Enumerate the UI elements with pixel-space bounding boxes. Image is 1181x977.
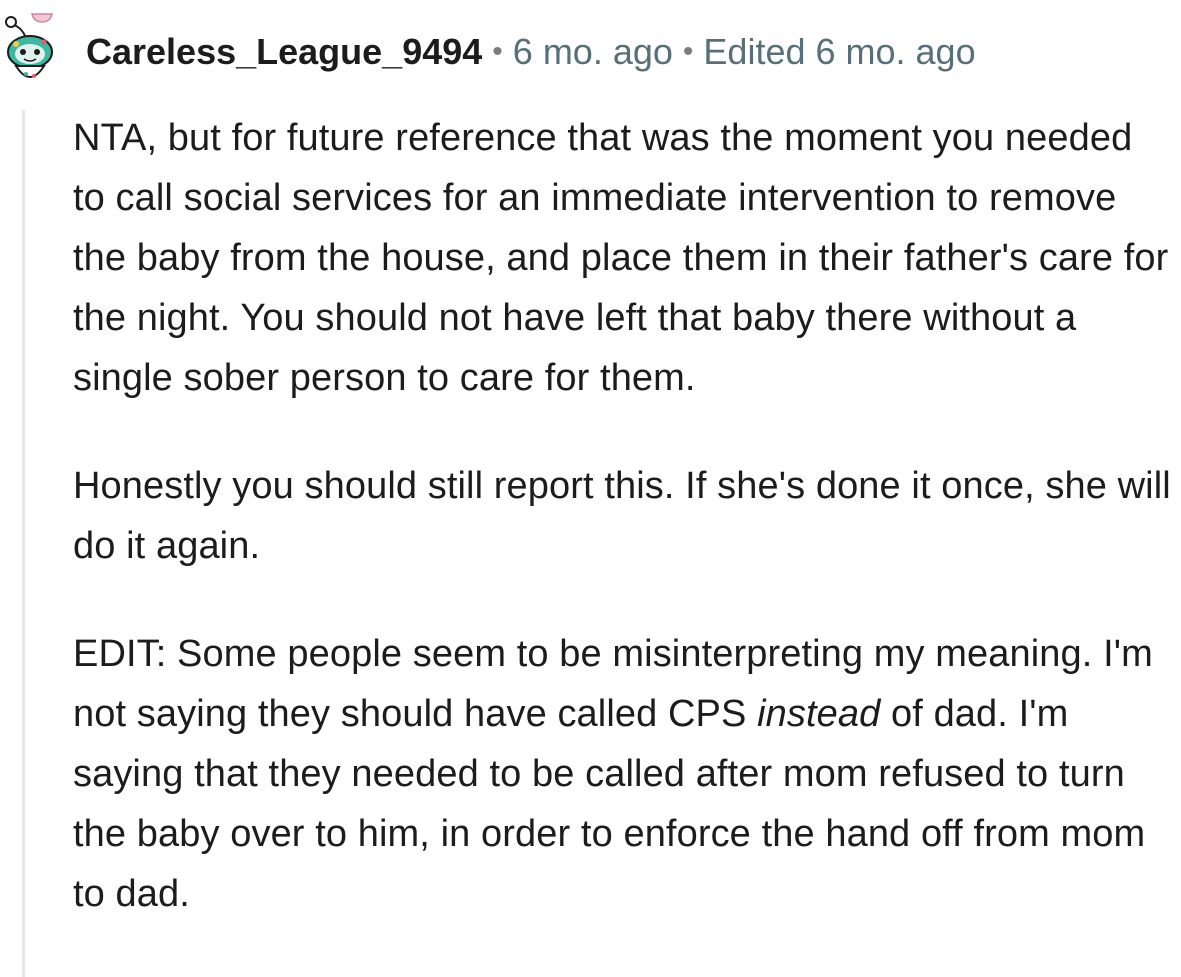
comment-body: NTA, but for future reference that was t… — [73, 108, 1173, 924]
comment-edit-paragraph: EDIT: Some people seem to be misinterpre… — [73, 624, 1173, 924]
comment-header: Careless_League_9494 • 6 mo. ago • Edited 6 … — [0, 0, 1181, 100]
comment-paragraph: Honestly you should still report this. I… — [73, 465, 1171, 567]
snoo-avatar-icon[interactable] — [0, 8, 62, 88]
comment-paragraph: NTA, but for future reference that was t… — [73, 117, 1169, 399]
thread-collapse-line[interactable] — [22, 110, 25, 977]
meta-separator: • — [682, 35, 694, 68]
comment-meta: Careless_League_9494 • 6 mo. ago • Edited 6 … — [86, 30, 976, 77]
meta-separator: • — [492, 35, 503, 68]
comment-timestamp[interactable]: 6 mo. ago — [513, 31, 673, 72]
author-username[interactable]: Careless_League_9494 — [86, 31, 482, 72]
edited-timestamp: Edited 6 mo. ago — [703, 31, 976, 72]
emphasized-word: instead — [757, 693, 881, 735]
